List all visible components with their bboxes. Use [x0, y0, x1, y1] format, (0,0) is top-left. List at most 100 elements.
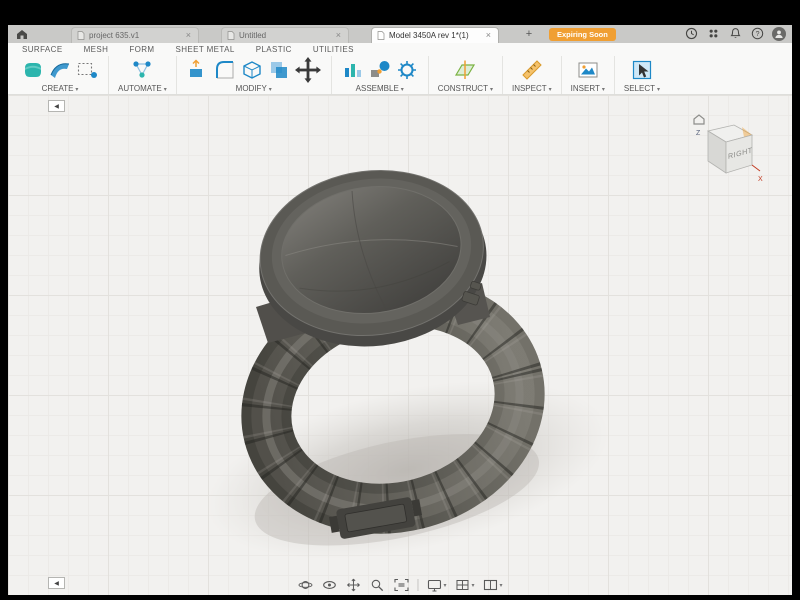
view-cube[interactable]: RIGHT Z X [684, 105, 768, 189]
help-button[interactable]: ? [750, 26, 765, 41]
navigation-bar: ▾ ▾ ▾ [297, 578, 503, 592]
motion-link-button[interactable] [395, 58, 419, 82]
construct-menu[interactable]: CONSTRUCT ▾ [438, 84, 493, 93]
move-cross-icon [294, 56, 321, 83]
axis-z-label: Z [696, 130, 701, 137]
document-tab[interactable]: Untitled × [221, 27, 349, 43]
automate-button[interactable] [130, 58, 154, 82]
ribbon-tab-sheet-metal[interactable]: SHEET METAL [175, 45, 234, 54]
ribbon-tab-form[interactable]: FORM [129, 45, 154, 54]
document-icon [377, 31, 385, 40]
display-settings-button[interactable]: ▾ [426, 578, 446, 592]
tab-close-icon[interactable]: × [484, 31, 493, 40]
toolbar-group-modify: MODIFY ▾ [177, 56, 332, 94]
ribbon-tab-mesh[interactable]: MESH [84, 45, 109, 54]
surface-patch-icon [50, 62, 70, 78]
fit-view-icon [394, 578, 409, 592]
automate-menu[interactable]: AUTOMATE ▾ [118, 84, 167, 93]
expiring-soon-badge[interactable]: Expiring Soon [549, 28, 616, 41]
group-label: SELECT [623, 83, 655, 93]
job-status-button[interactable] [684, 26, 699, 41]
create-form-button[interactable] [21, 58, 45, 82]
header-icon-cluster: ? [684, 26, 792, 41]
toolbar-group-assemble: ASSEMBLE ▾ [332, 56, 429, 94]
new-component-button[interactable] [341, 58, 365, 82]
timeline-panel-toggle[interactable]: ◀ [48, 577, 65, 589]
browser-panel-toggle[interactable]: ◀ [48, 100, 65, 112]
component-bars-icon [344, 63, 361, 77]
dropdown-caret-icon: ▾ [657, 86, 661, 93]
insert-menu[interactable]: INSERT ▾ [571, 84, 605, 93]
axis-x-line [751, 164, 761, 172]
ribbon-tab-utilities[interactable]: UTILITIES [313, 45, 354, 54]
extensions-button[interactable] [706, 26, 721, 41]
axis-x-label: X [758, 176, 763, 183]
gear-icon [397, 60, 416, 79]
combine-button[interactable] [267, 58, 291, 82]
press-pull-icon [189, 58, 202, 77]
display-settings-icon [427, 579, 442, 592]
fit-button[interactable] [393, 578, 409, 592]
select-button[interactable] [630, 58, 654, 82]
home-button[interactable] [11, 26, 33, 42]
look-at-button[interactable] [321, 578, 337, 592]
joint-button[interactable] [368, 58, 392, 82]
form-icon [25, 62, 41, 77]
document-tab[interactable]: project 635.v1 × [71, 27, 199, 43]
look-at-eye-icon [323, 581, 336, 589]
navbar-separator [417, 579, 419, 591]
joint-icon [370, 60, 390, 77]
clock-icon [685, 27, 698, 40]
pan-button[interactable] [345, 578, 361, 592]
assemble-menu[interactable]: ASSEMBLE ▾ [356, 84, 404, 93]
notifications-button[interactable] [728, 26, 743, 41]
toolbar-group-automate: AUTOMATE ▾ [109, 56, 177, 94]
inspect-menu[interactable]: INSPECT ▾ [512, 84, 552, 93]
magnifier-icon [371, 579, 384, 592]
new-tab-button[interactable]: + [521, 26, 537, 42]
tab-close-icon[interactable]: × [184, 31, 193, 40]
toolbar-group-construct: CONSTRUCT ▾ [429, 56, 503, 94]
pan-icon [347, 578, 360, 592]
shell-button[interactable] [240, 58, 264, 82]
move-copy-button[interactable] [294, 56, 322, 84]
ribbon-tab-plastic[interactable]: PLASTIC [256, 45, 292, 54]
group-label: INSPECT [511, 83, 547, 93]
toolbar-group-inspect: INSPECT ▾ [503, 56, 562, 94]
ribbon-tab-surface[interactable]: SURFACE [22, 45, 63, 54]
dropdown-caret-icon: ▾ [268, 86, 272, 93]
shell-icon [243, 60, 261, 79]
modify-menu[interactable]: MODIFY ▾ [236, 84, 272, 93]
apps-grid-icon [709, 29, 718, 38]
dropdown-caret-icon: ▾ [548, 86, 552, 93]
group-label: AUTOMATE [118, 83, 162, 93]
create-surface-button[interactable] [48, 58, 72, 82]
create-menu[interactable]: CREATE ▾ [42, 84, 79, 93]
group-label: ASSEMBLE [355, 83, 399, 93]
group-label: CREATE [41, 83, 74, 93]
insert-canvas-button[interactable] [576, 58, 600, 82]
document-icon [77, 31, 85, 40]
tab-close-icon[interactable]: × [334, 31, 343, 40]
grid-snaps-button[interactable]: ▾ [454, 578, 475, 592]
document-tab-active[interactable]: Model 3450A rev 1*(1) × [371, 27, 499, 43]
viewport-canvas[interactable]: RIGHT Z X ◀ ◀ ▾ ▾ ▾ [8, 95, 792, 595]
zoom-button[interactable] [369, 578, 385, 592]
watch-3d-model[interactable] [8, 95, 792, 595]
automate-network-icon [133, 60, 151, 78]
fillet-button[interactable] [213, 58, 237, 82]
create-sketch-button[interactable] [75, 58, 99, 82]
viewports-button[interactable]: ▾ [483, 578, 503, 592]
main-toolbar: CREATE ▾ AUTOMATE ▾ MODIFY ▾ ASSEMBLE ▾ … [8, 56, 792, 95]
orbit-button[interactable] [297, 578, 313, 592]
document-icon [227, 31, 235, 40]
fillet-icon [215, 60, 234, 78]
viewcube-home-icon[interactable] [693, 114, 705, 125]
press-pull-button[interactable] [186, 58, 210, 82]
measure-button[interactable] [520, 58, 544, 82]
person-icon [775, 30, 783, 38]
svg-text:?: ? [756, 31, 760, 38]
select-menu[interactable]: SELECT ▾ [624, 84, 660, 93]
construct-plane-button[interactable] [453, 58, 477, 82]
user-avatar[interactable] [772, 26, 786, 41]
